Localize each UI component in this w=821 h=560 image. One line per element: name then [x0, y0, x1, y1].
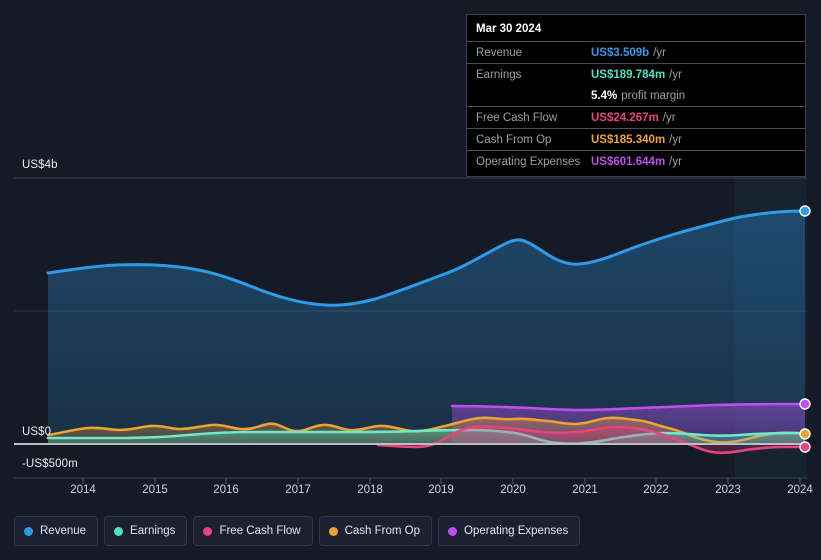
- x-axis-tick-2021: 2021: [572, 484, 598, 496]
- tooltip-unit-operating-expenses: /yr: [669, 155, 682, 168]
- tooltip-label-cash-from-op: Cash From Op: [476, 133, 552, 146]
- tooltip-row-profit-margin: 5.4% profit margin: [467, 85, 805, 106]
- legend-color-dot-icon: [114, 526, 124, 536]
- tooltip-label-revenue: Revenue: [476, 46, 523, 59]
- legend-item-operating-expenses[interactable]: Operating Expenses: [438, 516, 581, 546]
- tooltip-text-profit-margin: profit margin: [621, 89, 686, 102]
- endpoint-revenue: [799, 205, 811, 217]
- x-axis-tick-2019: 2019: [428, 484, 454, 496]
- y-axis-label-negative: -US$500m: [22, 458, 78, 470]
- legend-color-dot-icon: [328, 526, 338, 536]
- x-axis-tick-2014: 2014: [70, 484, 96, 496]
- tooltip-row-operating-expenses: Operating Expenses US$601.644m /yr: [467, 150, 805, 172]
- tooltip-row-revenue: Revenue US$3.509b /yr: [467, 41, 805, 63]
- endpoint-operating-expenses: [799, 398, 811, 410]
- legend-color-dot-icon: [203, 526, 213, 536]
- y-axis-label-top: US$4b: [22, 159, 58, 171]
- tooltip-unit-free-cash-flow: /yr: [662, 111, 676, 124]
- tooltip-unit-earnings: /yr: [669, 68, 682, 81]
- financial-chart-page: US$4b US$0 -US$500m 2014 2015 2016 2017 2018…: [0, 0, 821, 560]
- x-axis-tick-2018: 2018: [357, 484, 383, 496]
- data-tooltip: Mar 30 2024 Revenue US$3.509b /yr Earnin…: [466, 14, 806, 177]
- legend-label: Operating Expenses: [464, 525, 569, 537]
- x-axis-tick-2017: 2017: [285, 484, 311, 496]
- tooltip-value-free-cash-flow: US$24.267m: [591, 111, 659, 124]
- endpoint-free-cash-flow: [799, 441, 811, 453]
- x-axis-tick-2023: 2023: [715, 484, 741, 496]
- tooltip-label-operating-expenses: Operating Expenses: [476, 155, 581, 168]
- legend-label: Earnings: [130, 525, 176, 537]
- legend-color-dot-icon: [24, 526, 33, 536]
- endpoint-cash-from-op: [799, 428, 811, 440]
- tooltip-row-cash-from-op: Cash From Op US$185.340m /yr: [467, 128, 805, 150]
- chart-legend: Revenue Earnings Free Cash Flow Cash From O…: [14, 516, 581, 546]
- legend-item-revenue[interactable]: Revenue: [14, 516, 99, 546]
- x-axis-tick-2022: 2022: [643, 484, 669, 496]
- x-axis-tick-2024: 2024: [787, 484, 813, 496]
- tooltip-value-operating-expenses: US$601.644m: [591, 155, 666, 168]
- legend-color-dot-icon: [448, 526, 458, 536]
- tooltip-unit-revenue: /yr: [653, 46, 666, 59]
- tooltip-date: Mar 30 2024: [476, 23, 542, 35]
- tooltip-row-earnings: Earnings US$189.784m /yr: [467, 63, 805, 85]
- y-axis-label-zero: US$0: [22, 426, 52, 438]
- tooltip-value-earnings: US$189.784m: [591, 68, 666, 81]
- tooltip-value-revenue: US$3.509b: [591, 46, 650, 59]
- tooltip-row-free-cash-flow: Free Cash Flow US$24.267m /yr: [467, 106, 805, 128]
- x-axis-labels: 2014 2015 2016 2017 2018 2019 2020 2021 2022 2023…: [0, 484, 821, 502]
- tooltip-label-earnings: Earnings: [476, 68, 522, 81]
- tooltip-label-free-cash-flow: Free Cash Flow: [476, 111, 558, 124]
- tooltip-unit-cash-from-op: /yr: [669, 133, 682, 146]
- x-axis-tick-2020: 2020: [500, 484, 526, 496]
- tooltip-value-cash-from-op: US$185.340m: [591, 133, 666, 146]
- x-axis-tick-2016: 2016: [213, 484, 239, 496]
- legend-item-earnings[interactable]: Earnings: [104, 516, 188, 546]
- legend-item-cash-from-op[interactable]: Cash From Op: [318, 516, 433, 546]
- legend-label: Free Cash Flow: [219, 525, 301, 537]
- tooltip-value-profit-margin: 5.4%: [591, 89, 618, 102]
- legend-item-free-cash-flow[interactable]: Free Cash Flow: [193, 516, 313, 546]
- legend-label: Cash From Op: [344, 525, 421, 537]
- x-axis-tick-2015: 2015: [142, 484, 168, 496]
- legend-label: Revenue: [40, 525, 87, 537]
